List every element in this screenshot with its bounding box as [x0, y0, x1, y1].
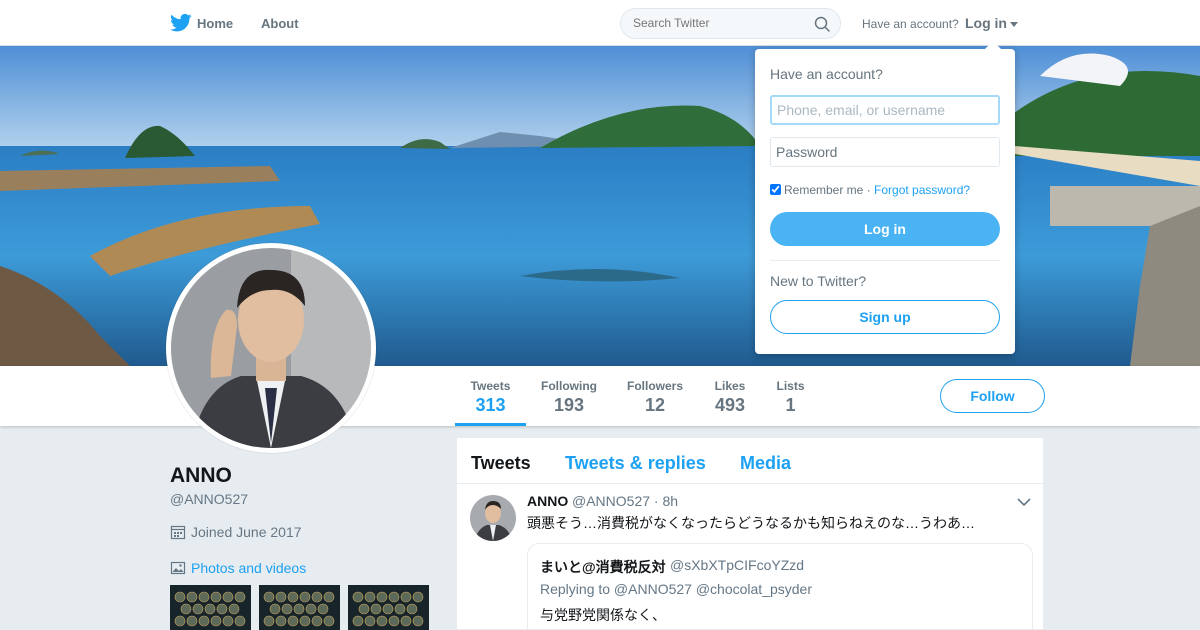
dropdown-caret — [985, 41, 1001, 49]
calendar-icon — [170, 525, 186, 540]
password-field[interactable] — [770, 137, 1000, 167]
divider — [770, 260, 1000, 261]
quote-author-name: まいと@消費税反対 — [540, 559, 666, 575]
timeline-tabs: Tweets Tweets & replies Media — [457, 438, 1045, 484]
quote-replying-to: Replying to @ANNO527 @chocolat_psyder — [540, 581, 813, 597]
twitter-bird-icon[interactable] — [170, 13, 192, 33]
stat-likes[interactable]: Likes 493 — [706, 366, 754, 426]
login-dropdown-title: Have an account? — [770, 66, 883, 82]
separator-text: · — [863, 183, 875, 197]
stat-following[interactable]: Following 193 — [535, 366, 603, 426]
stat-label: Likes — [714, 379, 746, 393]
tweet-text: 頭悪そう…消費税がなくなったらどうなるかも知らねえのな…うわあ… — [527, 515, 975, 531]
tab-tweets[interactable]: Tweets — [471, 453, 531, 474]
new-to-twitter-text: New to Twitter? — [770, 273, 867, 289]
stat-followers[interactable]: Followers 12 — [622, 366, 688, 426]
quote-author-handle: @sXbXTpCIFcoYZzd — [670, 557, 805, 573]
have-account-text: Have an account? — [862, 17, 959, 31]
joined-date: Joined June 2017 — [170, 524, 302, 540]
photos-videos-label: Photos and videos — [191, 560, 307, 576]
stat-value: 193 — [553, 395, 585, 415]
search-input[interactable] — [633, 16, 803, 30]
nav-about-link[interactable]: About — [261, 16, 299, 31]
quoted-tweet[interactable]: まいと@消費税反対 @sXbXTpCIFcoYZzd Replying to @… — [527, 543, 1033, 630]
search-box — [620, 8, 841, 39]
media-thumbnails — [170, 585, 440, 630]
forgot-password-link[interactable]: Forgot password? — [874, 183, 970, 197]
login-dropdown: Have an account? Remember me · Forgot pa… — [755, 41, 1015, 354]
stat-lists[interactable]: Lists 1 — [770, 366, 811, 426]
follow-button[interactable]: Follow — [940, 379, 1045, 413]
caret-down-icon — [1010, 21, 1018, 27]
tweet-author-meta[interactable]: @ANNO527 · 8h — [572, 493, 678, 509]
stat-label: Following — [541, 379, 597, 393]
profile-handle[interactable]: @ANNO527 — [170, 491, 248, 507]
stat-value: 1 — [785, 395, 796, 415]
top-navigation: Home About Have an account? Log in — [0, 0, 1200, 46]
remember-me-label[interactable]: Remember me — [784, 183, 863, 197]
login-toggle-label: Log in — [965, 15, 1007, 31]
media-thumbnail[interactable] — [170, 585, 251, 630]
profile-avatar[interactable] — [166, 243, 376, 453]
stat-label: Lists — [776, 379, 805, 393]
tab-tweets-replies[interactable]: Tweets & replies — [565, 453, 706, 474]
timeline: Tweets Tweets & replies Media ANNO @ANNO… — [456, 437, 1045, 630]
nav-home-link[interactable]: Home — [197, 16, 233, 31]
login-dropdown-toggle[interactable]: Log in — [965, 15, 1018, 31]
chevron-down-icon[interactable] — [1017, 497, 1031, 507]
login-button[interactable]: Log in — [770, 212, 1000, 246]
joined-text: Joined June 2017 — [191, 524, 302, 540]
profile-name: ANNO — [170, 464, 232, 487]
quote-text: 与党野党関係なく、 — [540, 607, 666, 623]
remember-me-row: Remember me · Forgot password? — [770, 183, 970, 197]
stat-label: Tweets — [470, 379, 511, 393]
search-icon[interactable] — [814, 16, 830, 32]
media-thumbnail[interactable] — [348, 585, 429, 630]
tweet-avatar[interactable] — [470, 495, 516, 541]
stat-tweets[interactable]: Tweets 313 — [455, 366, 526, 426]
stat-value: 12 — [644, 395, 666, 415]
tab-media[interactable]: Media — [740, 453, 791, 474]
stat-value: 313 — [475, 395, 506, 415]
remember-me-checkbox[interactable] — [770, 184, 781, 195]
image-icon — [170, 561, 186, 575]
tweet-author-name[interactable]: ANNO — [527, 493, 568, 509]
username-field[interactable] — [770, 95, 1000, 125]
signup-button[interactable]: Sign up — [770, 300, 1000, 334]
stat-label: Followers — [626, 379, 683, 393]
stat-value: 493 — [714, 395, 746, 415]
media-thumbnail[interactable] — [259, 585, 340, 630]
photos-videos-link[interactable]: Photos and videos — [170, 560, 306, 576]
